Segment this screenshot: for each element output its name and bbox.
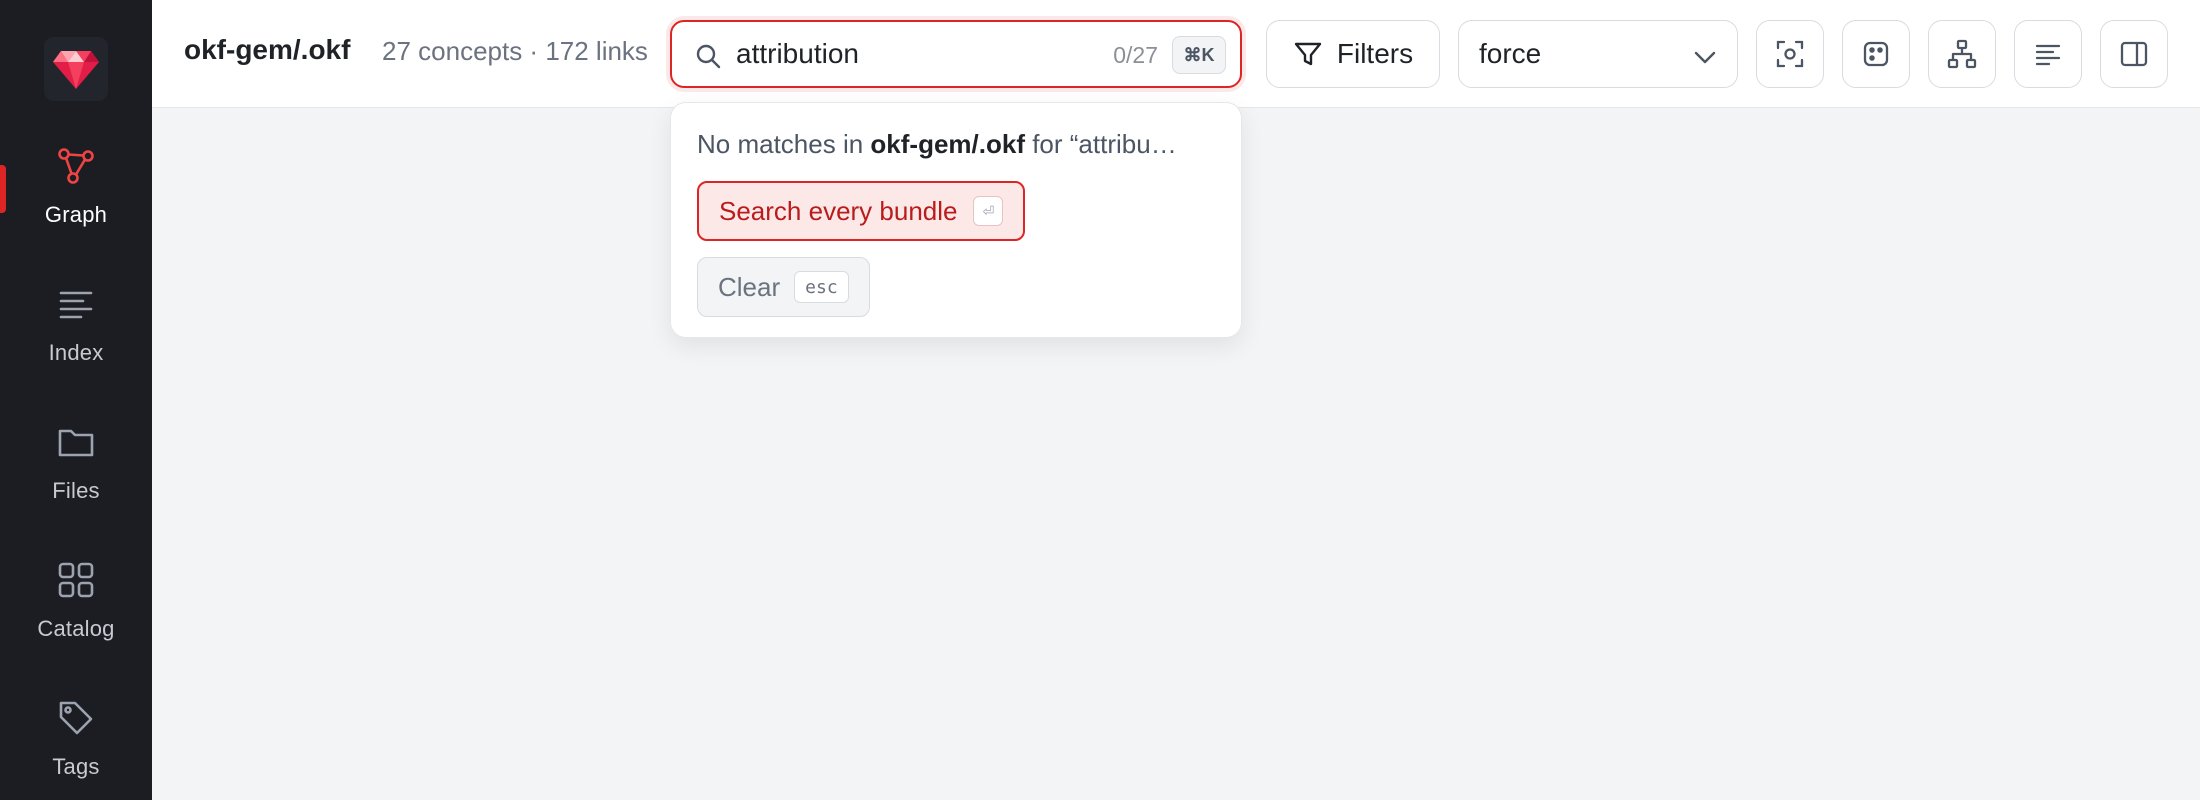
sidebar-item-tags[interactable]: Tags <box>0 676 152 792</box>
hierarchy-button[interactable] <box>1928 20 1996 88</box>
search-shortcut-hint: ⌘K <box>1172 36 1226 74</box>
graph-icon <box>54 144 98 188</box>
random-icon <box>1863 41 1889 67</box>
sidebar-item-label: Files <box>52 478 100 503</box>
search-every-bundle-button[interactable]: Search every bundle ⏎ <box>697 181 1026 241</box>
layout-select-value: force <box>1479 38 1542 69</box>
bundle-name: okf-gem/.okf <box>184 34 351 65</box>
sidebar-item-graph[interactable]: Graph <box>0 124 152 240</box>
sidebar-item-label: Graph <box>44 202 108 227</box>
tag-icon <box>54 696 98 740</box>
message-prefix: No matches in <box>697 129 871 159</box>
message-bundle-name: okf-gem/.okf <box>870 129 1025 159</box>
gem-icon <box>53 51 99 89</box>
search-input[interactable]: attribution 0/27 ⌘K <box>670 20 1242 88</box>
hierarchy-icon <box>1947 39 1977 69</box>
search-icon <box>696 44 721 69</box>
top-bar: okf-gem/.okf 27 concepts · 172 links att… <box>152 0 2200 108</box>
app-logo[interactable] <box>44 37 108 101</box>
sidebar-item-files[interactable]: Files <box>0 400 152 516</box>
clear-button[interactable]: Clear esc <box>697 257 870 317</box>
search-query[interactable]: attribution <box>736 38 859 70</box>
align-left-icon <box>2035 44 2061 66</box>
toggle-panel-button[interactable] <box>2100 20 2168 88</box>
randomize-button[interactable] <box>1842 20 1910 88</box>
sidebar-item-catalog[interactable]: Catalog <box>0 538 152 654</box>
search-results-dropdown: No matches in okf-gem/.okf for “attribu…… <box>670 102 1242 338</box>
filter-icon <box>1294 42 1322 66</box>
align-left-button[interactable] <box>2014 20 2082 88</box>
sidebar-item-label: Tags <box>52 754 100 779</box>
sidebar-item-label: Catalog <box>37 616 115 641</box>
filters-label: Filters <box>1336 38 1414 69</box>
bundle-stats: 27 concepts · 172 links <box>382 36 648 66</box>
focus-button[interactable] <box>1756 20 1824 88</box>
filters-button[interactable]: Filters <box>1266 20 1440 88</box>
no-matches-message: No matches in okf-gem/.okf for “attribu… <box>697 129 1227 160</box>
search-match-count: 0/27 <box>1113 42 1158 68</box>
sidebar-item-index[interactable]: Index <box>0 262 152 378</box>
chevron-down-icon <box>1694 51 1716 64</box>
search-every-bundle-label: Search every bundle <box>719 195 958 226</box>
grid-icon <box>54 558 98 602</box>
layout-select[interactable]: force <box>1458 20 1738 88</box>
panel-right-icon <box>2120 41 2148 67</box>
sidebar-item-label: Index <box>48 340 104 365</box>
focus-icon <box>1776 40 1804 68</box>
enter-key-hint: ⏎ <box>973 196 1004 226</box>
lines-icon <box>54 282 98 326</box>
sidebar: Graph Index Files Catalog Tags <box>0 0 152 800</box>
esc-key-hint: esc <box>794 271 849 303</box>
message-suffix: for “attribu… <box>1024 129 1177 159</box>
clear-label: Clear <box>718 271 781 302</box>
folder-icon <box>54 420 98 464</box>
